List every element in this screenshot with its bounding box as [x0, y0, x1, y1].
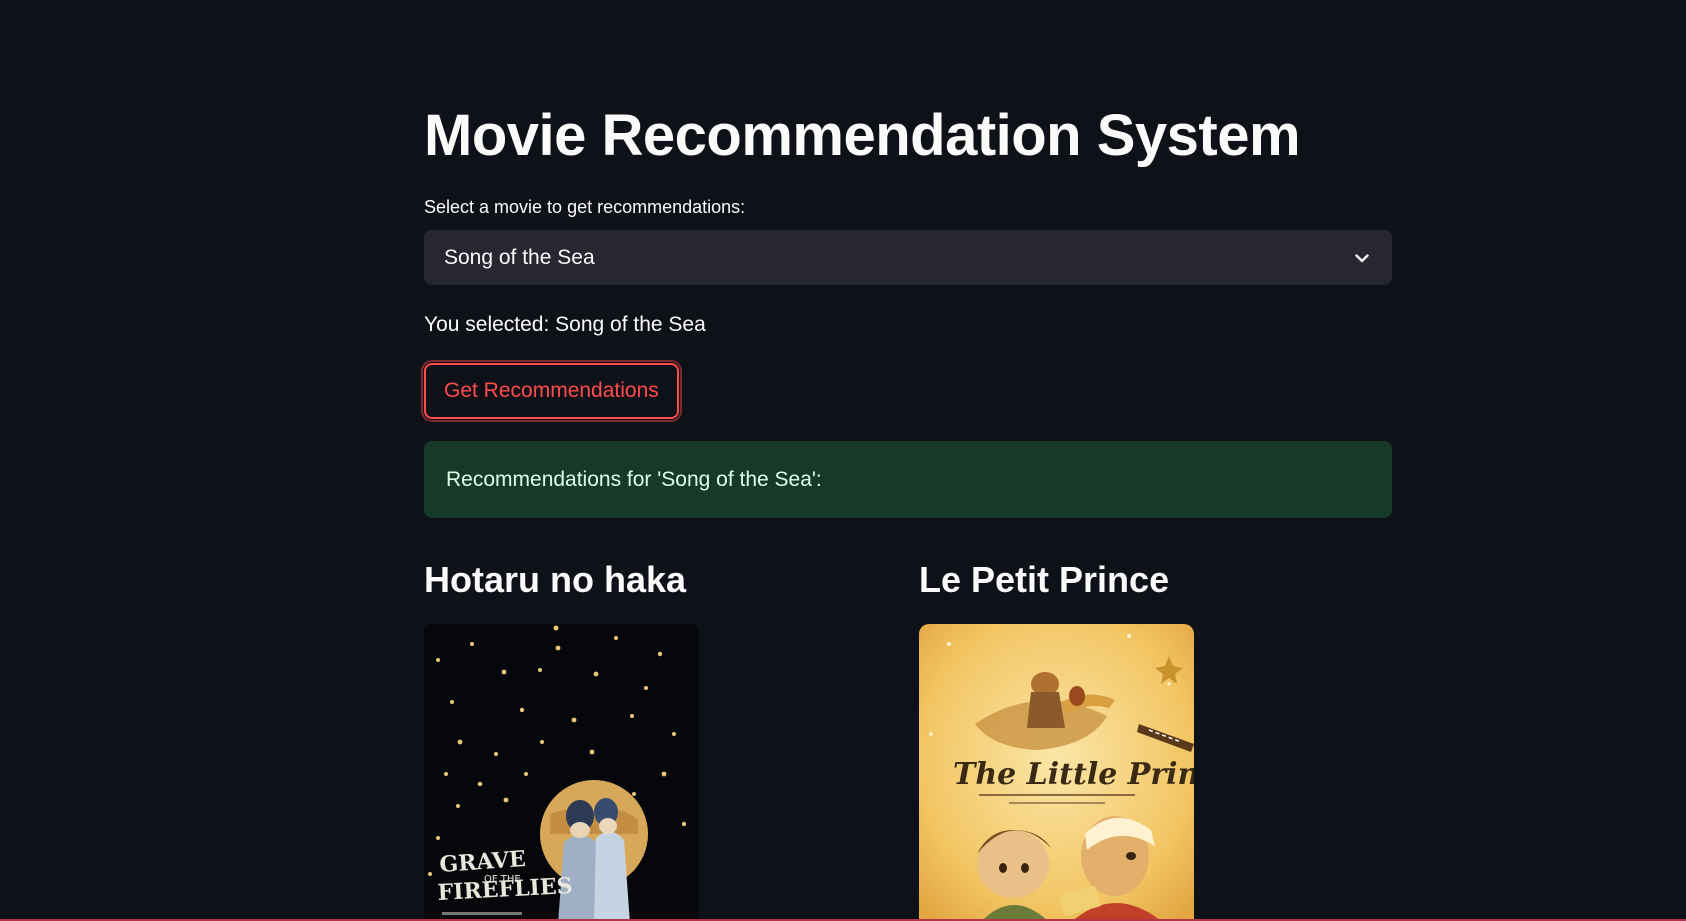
page-title: Movie Recommendation System [424, 103, 1301, 168]
app-page: Movie Recommendation System Select a mov… [0, 0, 1686, 921]
recommendation-card: Le Petit Prince The Little Pri [919, 556, 1389, 921]
chevron-down-icon [1352, 248, 1372, 268]
movie-poster-image: The Little Prince [919, 624, 1194, 921]
selection-message: You selected: Song of the Sea [424, 313, 706, 336]
success-message: Recommendations for 'Song of the Sea': [446, 467, 822, 491]
svg-text:OF THE: OF THE [484, 874, 521, 885]
movie-select-value: Song of the Sea [444, 245, 595, 269]
movie-poster-image: GRAVE FIREFLIES OF THE [424, 624, 699, 921]
success-alert: Recommendations for 'Song of the Sea': [424, 441, 1392, 518]
svg-text:The Little Prince: The Little Prince [953, 757, 1194, 792]
recommendation-title: Hotaru no haka [424, 559, 687, 600]
recommendation-card: Hotaru no haka GRAVE FIREFLIES OF THE [424, 556, 894, 921]
get-recommendations-button[interactable]: Get Recommendations [421, 360, 682, 422]
movie-select-label: Select a movie to get recommendations: [424, 197, 746, 217]
movie-select[interactable]: Song of the Sea [424, 230, 1392, 285]
recommendation-title: Le Petit Prince [919, 559, 1170, 600]
